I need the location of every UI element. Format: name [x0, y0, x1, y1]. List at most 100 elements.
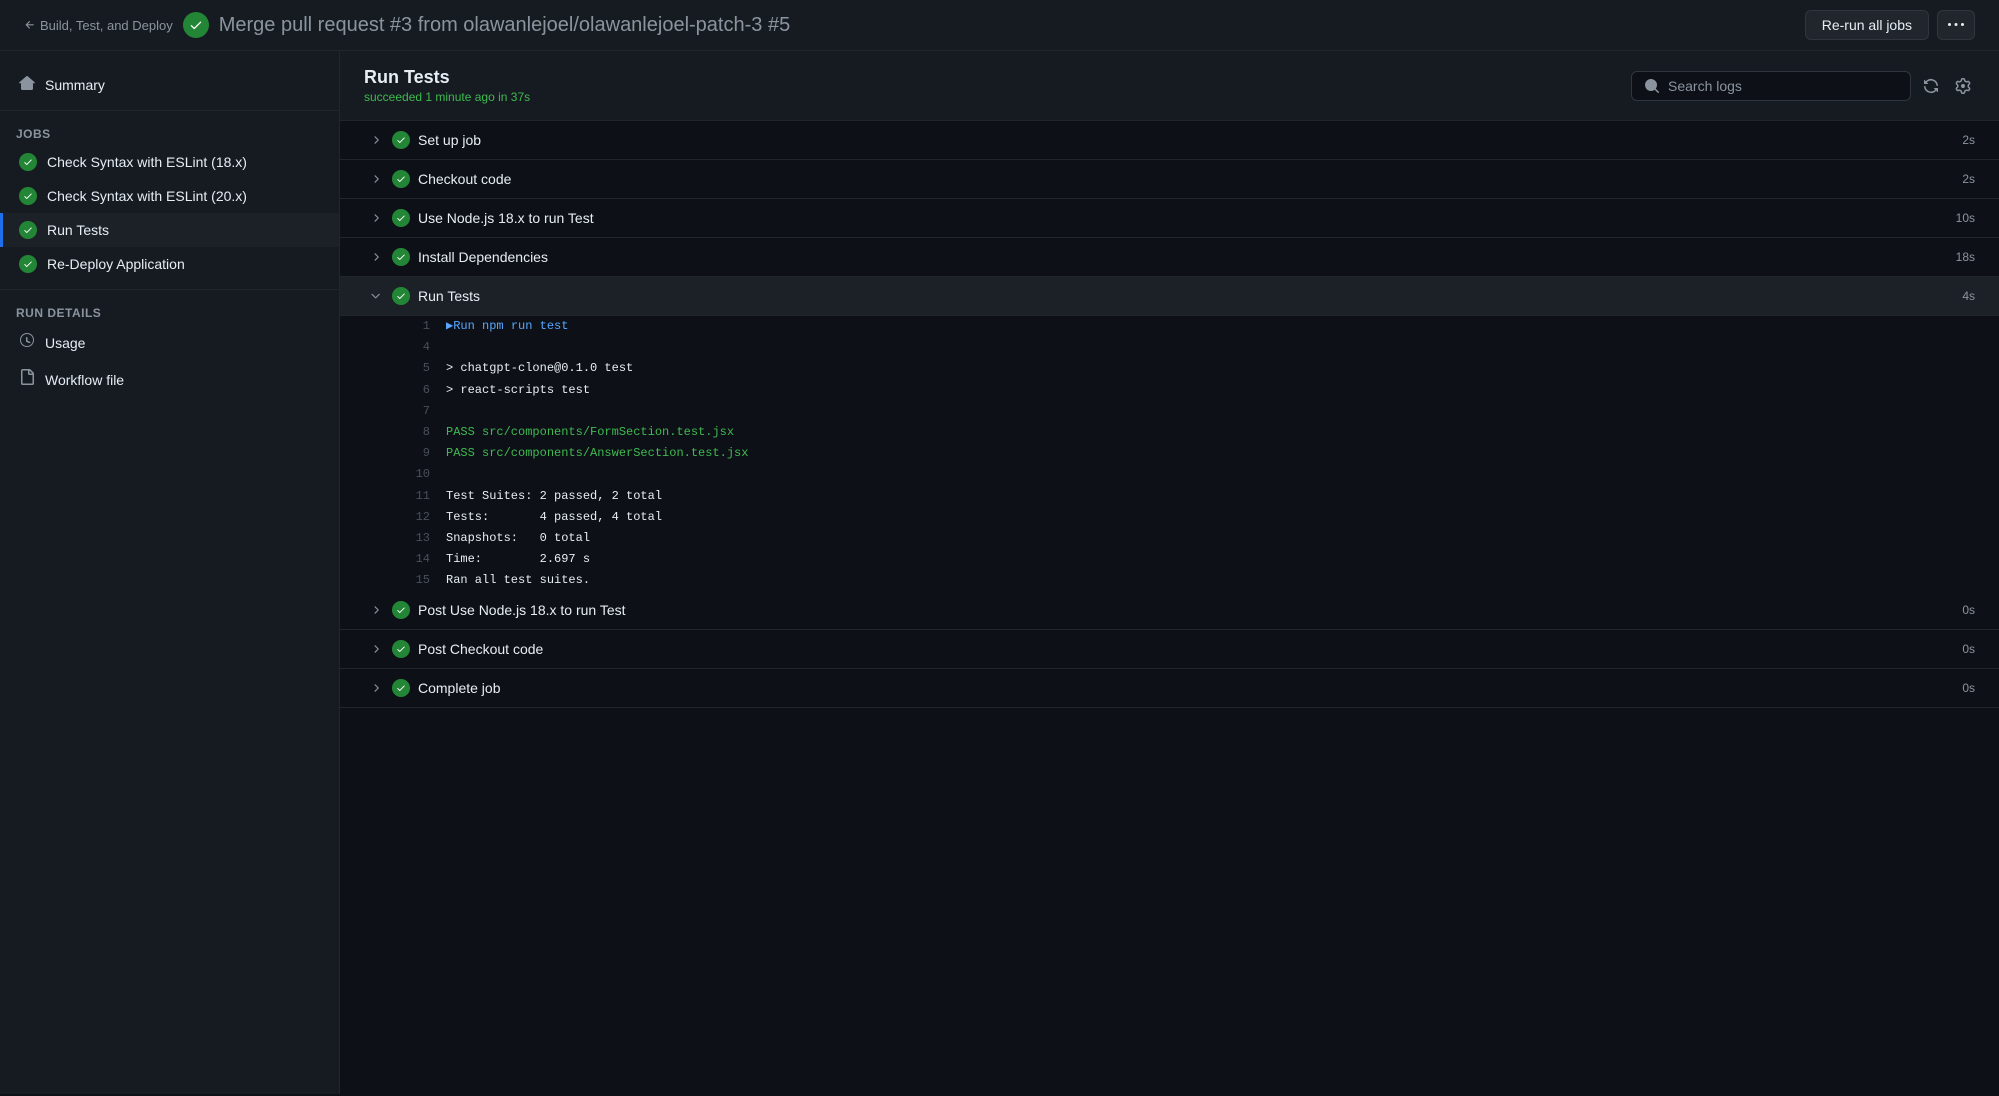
step-run-tests[interactable]: Run Tests 4s [340, 277, 1999, 316]
step-install-deps[interactable]: Install Dependencies 18s [340, 238, 1999, 277]
sidebar: Summary Jobs Check Syntax with ESLint (1… [0, 51, 340, 1094]
sidebar-item-usage[interactable]: Usage [0, 324, 339, 361]
job-status-icon [19, 255, 37, 273]
step-post-checkout-code[interactable]: Post Checkout code 0s [340, 630, 1999, 669]
page-title: Merge pull request #3 from olawanlejoel/… [219, 14, 790, 37]
sidebar-item-summary[interactable]: Summary [0, 67, 339, 102]
step-duration: 2s [1935, 133, 1975, 147]
job-status-icon [19, 187, 37, 205]
sidebar-item-workflow-file[interactable]: Workflow file [0, 361, 339, 398]
log-text: PASS src/components/FormSection.test.jsx [446, 423, 734, 442]
step-duration: 0s [1935, 603, 1975, 617]
job-label: Check Syntax with ESLint (20.x) [47, 188, 247, 204]
step-name: Run Tests [418, 288, 1935, 304]
log-output: 1 ▶Run npm run test 4 5 > chatgpt-clone@… [340, 316, 1999, 591]
step-chevron-set-up-job[interactable] [364, 132, 388, 148]
log-line: 9 PASS src/components/AnswerSection.test… [340, 443, 1999, 464]
step-status-icon [392, 601, 410, 619]
log-text [446, 465, 453, 484]
job-info: Run Tests succeeded 1 minute ago in 37s [364, 67, 530, 104]
line-number: 9 [400, 444, 430, 463]
main-content: Run Tests succeeded 1 minute ago in 37s [340, 51, 1999, 1094]
line-number: 12 [400, 508, 430, 527]
step-chevron-complete-job[interactable] [364, 680, 388, 696]
job-status-text: succeeded [364, 90, 422, 104]
line-number: 4 [400, 338, 430, 357]
log-text: PASS src/components/AnswerSection.test.j… [446, 444, 748, 463]
sidebar-item-eslint-18[interactable]: Check Syntax with ESLint (18.x) [0, 145, 339, 179]
step-chevron-post-use-nodejs[interactable] [364, 602, 388, 618]
log-text: > chatgpt-clone@0.1.0 test [446, 359, 633, 378]
step-set-up-job[interactable]: Set up job 2s [340, 121, 1999, 160]
step-chevron-post-checkout[interactable] [364, 641, 388, 657]
step-status-icon [392, 679, 410, 697]
step-status-icon [392, 209, 410, 227]
title-row: Merge pull request #3 from olawanlejoel/… [183, 12, 790, 38]
step-duration: 4s [1935, 289, 1975, 303]
top-bar-left: Build, Test, and Deploy Merge pull reque… [24, 12, 790, 38]
step-chevron-install-deps[interactable] [364, 249, 388, 265]
step-duration: 10s [1935, 211, 1975, 225]
top-bar: Build, Test, and Deploy Merge pull reque… [0, 0, 1999, 51]
log-text: Test Suites: 2 passed, 2 total [446, 487, 662, 506]
log-line: 6 > react-scripts test [340, 380, 1999, 401]
job-label: Run Tests [47, 222, 109, 238]
line-number: 10 [400, 465, 430, 484]
sidebar-divider-2 [0, 289, 339, 290]
step-status-icon [392, 248, 410, 266]
sidebar-item-eslint-20[interactable]: Check Syntax with ESLint (20.x) [0, 179, 339, 213]
sidebar-item-run-tests[interactable]: Run Tests [0, 213, 339, 247]
line-number: 5 [400, 359, 430, 378]
back-label: Build, Test, and Deploy [40, 18, 173, 33]
step-chevron-run-tests[interactable] [364, 288, 388, 304]
log-line: 10 [340, 464, 1999, 485]
file-icon [19, 369, 35, 390]
step-duration: 18s [1935, 250, 1975, 264]
log-line: 14 Time: 2.697 s [340, 549, 1999, 570]
more-options-button[interactable] [1937, 10, 1975, 40]
run-details-section-label: Run details [0, 298, 339, 324]
step-duration: 2s [1935, 172, 1975, 186]
job-header: Run Tests succeeded 1 minute ago in 37s [340, 51, 1999, 121]
back-link[interactable]: Build, Test, and Deploy [24, 18, 173, 33]
refresh-button[interactable] [1919, 74, 1943, 98]
sidebar-divider-1 [0, 110, 339, 111]
sidebar-item-redeploy[interactable]: Re-Deploy Application [0, 247, 339, 281]
line-number: 6 [400, 381, 430, 400]
search-box[interactable] [1631, 71, 1911, 101]
job-label: Re-Deploy Application [47, 256, 185, 272]
line-number: 8 [400, 423, 430, 442]
line-number: 7 [400, 402, 430, 421]
usage-label: Usage [45, 335, 85, 351]
step-duration: 0s [1935, 681, 1975, 695]
workflow-status-icon [183, 12, 209, 38]
log-text: Snapshots: 0 total [446, 529, 590, 548]
log-line: 13 Snapshots: 0 total [340, 528, 1999, 549]
rerun-all-jobs-button[interactable]: Re-run all jobs [1805, 10, 1929, 40]
step-checkout-code[interactable]: Checkout code 2s [340, 160, 1999, 199]
step-chevron-checkout-code[interactable] [364, 171, 388, 187]
step-chevron-use-nodejs[interactable] [364, 210, 388, 226]
log-text: > react-scripts test [446, 381, 590, 400]
log-text: ▶Run npm run test [446, 317, 568, 336]
line-number: 15 [400, 571, 430, 590]
settings-button[interactable] [1951, 74, 1975, 98]
search-input[interactable] [1668, 78, 1868, 94]
header-actions [1631, 71, 1975, 101]
step-use-nodejs[interactable]: Use Node.js 18.x to run Test 10s [340, 199, 1999, 238]
log-text [446, 402, 453, 421]
home-icon [19, 75, 35, 94]
step-name: Set up job [418, 132, 1935, 148]
job-label: Check Syntax with ESLint (18.x) [47, 154, 247, 170]
log-text: Ran all test suites. [446, 571, 590, 590]
step-status-icon [392, 640, 410, 658]
log-line: 8 PASS src/components/FormSection.test.j… [340, 422, 1999, 443]
log-line: 11 Test Suites: 2 passed, 2 total [340, 486, 1999, 507]
job-time: 1 minute ago in 37s [425, 90, 530, 104]
clock-icon [19, 332, 35, 353]
log-line: 12 Tests: 4 passed, 4 total [340, 507, 1999, 528]
step-complete-job[interactable]: Complete job 0s [340, 669, 1999, 708]
step-post-use-nodejs[interactable]: Post Use Node.js 18.x to run Test 0s [340, 591, 1999, 630]
log-line: 4 [340, 337, 1999, 358]
workflow-file-label: Workflow file [45, 372, 124, 388]
